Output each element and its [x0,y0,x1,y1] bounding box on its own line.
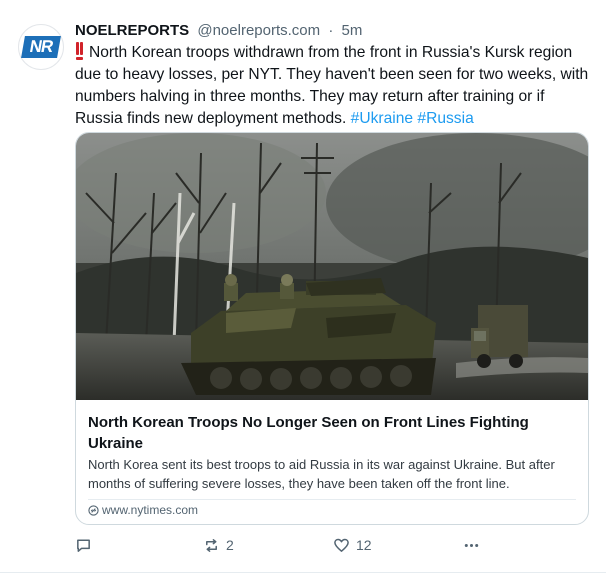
card-description: North Korea sent its best troops to aid … [88,457,555,491]
hashtag-link[interactable]: #Ukraine [351,110,413,127]
author-handle[interactable]: @noelreports.com [197,22,320,39]
post-body: North Korean troops withdrawn from the f… [75,44,589,127]
link-card[interactable]: North Korean Troops No Longer Seen on Fr… [75,132,589,525]
card-domain-text: www.nytimes.com [102,503,199,517]
double-exclamation-icon [75,42,83,60]
repost-count: 2 [226,537,234,553]
like-count: 12 [356,537,372,553]
repost-button[interactable]: 2 [203,534,234,556]
avatar[interactable]: NR [18,24,64,70]
post[interactable]: NR NOELREPORTS @noelreports.com · 5m Nor… [0,0,606,573]
post-timestamp[interactable]: 5m [341,22,362,39]
card-divider [88,499,576,500]
card-title: North Korean Troops No Longer Seen on Fr… [88,414,529,452]
post-actions: 2 12 [75,534,495,556]
post-header: NOELREPORTS @noelreports.com · 5m [75,21,362,41]
heart-icon [334,538,349,552]
repost-icon [206,538,217,552]
post-text: North Korean troops withdrawn from the f… [75,42,595,130]
avatar-logo: NR [21,36,61,58]
reply-button[interactable] [75,534,98,556]
author-display-name[interactable]: NOELREPORTS [75,22,189,39]
hashtag-link[interactable]: #Russia [417,110,473,127]
header-separator: · [328,22,334,39]
card-thumbnail-image [76,133,588,400]
globe-icon [88,504,99,516]
like-button[interactable]: 12 [333,534,372,556]
reply-icon [77,539,90,552]
more-dots-icon [464,543,479,547]
card-domain: www.nytimes.com [88,502,198,518]
more-options-button[interactable] [463,534,480,556]
